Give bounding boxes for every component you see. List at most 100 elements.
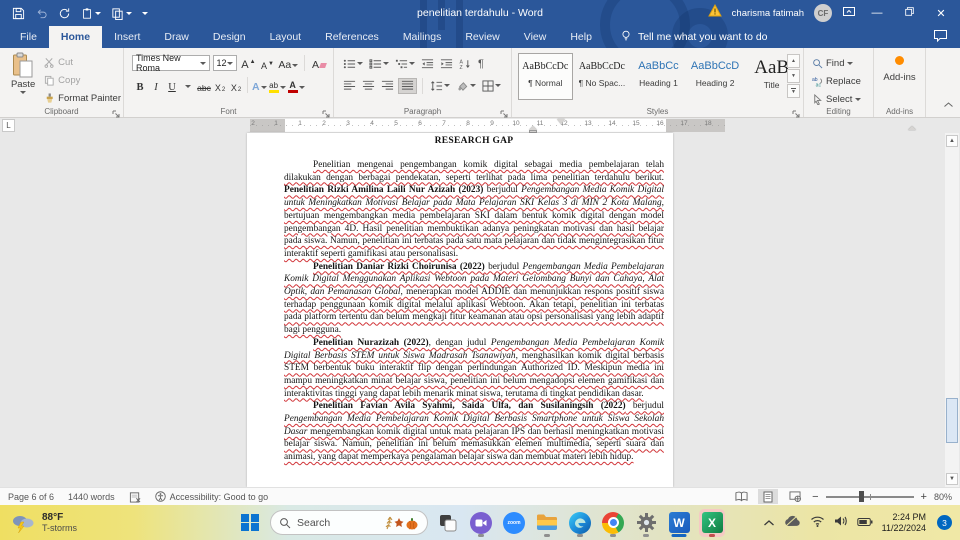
zoom-level[interactable]: 80% [934,492,952,502]
highlight-button[interactable]: ab [268,77,287,93]
styles-more-button[interactable]: ▼ [787,84,800,98]
format-painter-button[interactable]: Format Painter [44,89,121,107]
ribbon-display-options-icon[interactable] [842,4,856,23]
style-card-heading-1[interactable]: AaBbCc Heading 1 [631,53,686,100]
justify-button[interactable] [398,77,417,94]
paragraph-dialog-launcher[interactable] [500,106,509,118]
scroll-up-button[interactable]: ▲ [946,135,958,147]
font-size-combo[interactable]: 12 [212,55,238,71]
save-icon[interactable] [12,7,25,20]
increase-indent-button[interactable] [438,56,455,72]
select-button[interactable]: Select [812,90,869,108]
style-card--no-spac-[interactable]: AaBbCcDc ¶ No Spac... [575,53,630,100]
tab-insert[interactable]: Insert [102,26,152,48]
search-box[interactable]: Search [270,510,428,535]
start-button[interactable] [237,509,263,537]
zoom-app-button[interactable]: zoom [501,509,527,537]
styles-scroll-down[interactable]: ▼ [787,69,800,83]
font-color-button[interactable]: A [287,77,306,93]
zoom-in-button[interactable]: + [921,491,927,503]
multilevel-list-button[interactable] [393,56,417,72]
numbering-button[interactable] [367,56,391,72]
style-card-heading-2[interactable]: AaBbCcD Heading 2 [688,53,743,100]
edge-button[interactable] [567,509,593,537]
print-layout-button[interactable] [758,489,779,504]
redo-icon[interactable] [58,7,71,20]
change-case-button[interactable]: Aa [278,55,299,71]
first-line-indent-marker[interactable] [557,119,565,124]
web-layout-button[interactable] [785,489,805,504]
line-spacing-button[interactable] [428,78,452,94]
tab-home[interactable]: Home [48,26,103,48]
scrollbar-thumb[interactable] [946,398,958,443]
close-button[interactable]: ✕ [930,7,952,20]
chat-app-button[interactable] [468,509,494,537]
clock[interactable]: 2:24 PM 11/22/2024 [882,512,926,534]
warning-icon[interactable] [707,3,722,22]
align-center-button[interactable] [360,78,377,94]
tab-references[interactable]: References [313,26,391,48]
bold-button[interactable]: B [132,77,148,93]
subscript-button[interactable]: X2 [212,77,228,93]
document-text[interactable]: Penelitian mengenai pengembangan komik d… [284,159,664,464]
collapse-ribbon-button[interactable] [943,96,954,114]
font-name-combo[interactable]: Times New Roma [132,53,210,73]
copy-button[interactable]: Copy [44,71,121,89]
grow-font-button[interactable]: A ▲ [240,55,256,71]
excel-button[interactable]: X [699,508,725,537]
tell-me-box[interactable]: Tell me what you want to do [604,26,768,48]
settings-button[interactable] [633,509,659,537]
shading-button[interactable] [454,78,478,94]
align-left-button[interactable] [341,78,358,94]
word-button[interactable]: W [666,509,692,537]
weather-widget[interactable]: 88°F T-storms [10,505,77,540]
tab-help[interactable]: Help [558,26,604,48]
styles-dialog-launcher[interactable] [792,106,801,118]
paragraph[interactable]: Penelitian Nurazizah (2022), dengan judu… [284,337,664,401]
wifi-icon[interactable] [810,514,825,532]
customize-qat-icon[interactable] [142,11,148,15]
underline-button[interactable]: U [164,77,180,93]
right-indent-marker[interactable] [908,126,916,130]
minimize-button[interactable]: — [866,7,888,19]
text-effects-button[interactable]: A [251,77,268,93]
tab-selector[interactable]: L [2,119,15,132]
tab-draw[interactable]: Draw [152,26,201,48]
document-page[interactable]: RESEARCH GAP Penelitian mengenai pengemb… [247,133,673,487]
notification-badge[interactable]: 3 [937,515,952,530]
strikethrough-button[interactable]: abc [196,77,212,93]
onedrive-icon[interactable] [784,514,801,532]
file-explorer-button[interactable] [534,509,560,537]
paste-qat-icon[interactable] [81,7,101,20]
style-card--normal[interactable]: AaBbCcDc ¶ Normal [518,53,573,100]
borders-button[interactable] [480,78,503,94]
tab-design[interactable]: Design [201,26,258,48]
show-hide-pilcrow-button[interactable]: ¶ [476,56,486,72]
superscript-button[interactable]: X2 [228,77,244,93]
zoom-slider-thumb[interactable] [858,491,864,502]
comments-icon[interactable] [933,29,948,48]
addins-button[interactable]: Add-ins [874,48,925,83]
battery-icon[interactable] [856,514,873,532]
shrink-font-button[interactable]: A ▼ [259,55,275,71]
zoom-out-button[interactable]: − [812,491,818,503]
bullets-button[interactable] [341,56,365,72]
font-dialog-launcher[interactable] [322,106,331,118]
account-name[interactable]: charisma fatimah [732,8,804,19]
task-view-button[interactable] [435,509,461,537]
tab-view[interactable]: View [512,26,559,48]
accessibility-status[interactable]: Accessibility: Good to go [154,491,268,502]
paragraph[interactable]: Penelitian Daniar Rizki Choirunisa (2022… [284,261,664,337]
volume-icon[interactable] [834,514,848,532]
word-count[interactable]: 1440 words [68,492,115,502]
tray-chevron-icon[interactable] [763,514,775,532]
restore-button[interactable] [898,6,920,20]
tab-review[interactable]: Review [453,26,511,48]
vertical-scrollbar[interactable]: ▲ ▼ [945,133,959,487]
align-right-button[interactable] [379,78,396,94]
paste-button[interactable]: Paste [4,52,42,106]
copy-qat-icon[interactable] [111,7,132,20]
read-mode-button[interactable] [731,489,751,504]
paragraph[interactable]: Penelitian mengenai pengembangan komik d… [284,159,664,261]
sort-button[interactable]: AZ [457,56,474,72]
